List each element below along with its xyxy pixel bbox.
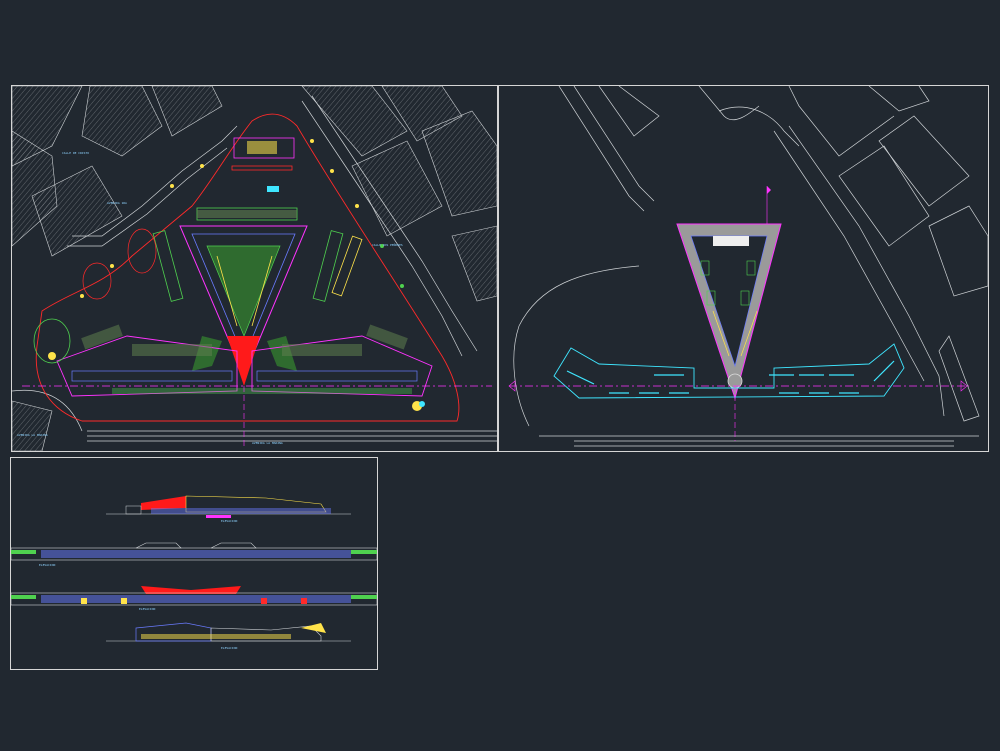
elevation-4: ELEVACION bbox=[106, 622, 351, 650]
elevation-3: ELEVACION bbox=[11, 586, 377, 611]
site-plan-viewport[interactable]: CALLE DE CRISTO AVENIDA 1RA CALLE DOS PE… bbox=[11, 85, 498, 452]
parking-top bbox=[196, 207, 298, 221]
street-label: AVENIDA LA MARINA bbox=[17, 433, 48, 437]
street-label: AVENIDA 1RA bbox=[107, 201, 127, 205]
terminal-roof bbox=[676, 186, 782, 400]
elevation-2: ELEVACION bbox=[11, 542, 377, 567]
street-label: CALLE DE CRISTO bbox=[62, 151, 89, 155]
entrance-kiosk bbox=[231, 137, 295, 192]
terminal-triangle bbox=[179, 225, 308, 386]
roof-plan-viewport[interactable] bbox=[498, 85, 989, 452]
elevation-caption: ELEVACION bbox=[221, 646, 237, 650]
site-plan-drawing: CALLE DE CRISTO AVENIDA 1RA CALLE DOS PE… bbox=[12, 86, 497, 451]
street-label: CALLE DOS PEÑONES bbox=[372, 242, 403, 247]
elevation-1: ELEVACION bbox=[106, 495, 351, 523]
elevations-drawing: ELEVACION ELEVACION ELEVACION ELEVACION bbox=[11, 495, 377, 650]
street-label: AVENIDA LA MARINA bbox=[252, 441, 283, 445]
roof-plan-drawing bbox=[508, 86, 988, 447]
elevation-caption: ELEVACION bbox=[221, 519, 237, 523]
elevations-viewport[interactable]: ELEVACION ELEVACION ELEVACION ELEVACION bbox=[10, 457, 378, 670]
elevation-caption: ELEVACION bbox=[39, 563, 55, 567]
elevation-caption: ELEVACION bbox=[139, 607, 155, 611]
